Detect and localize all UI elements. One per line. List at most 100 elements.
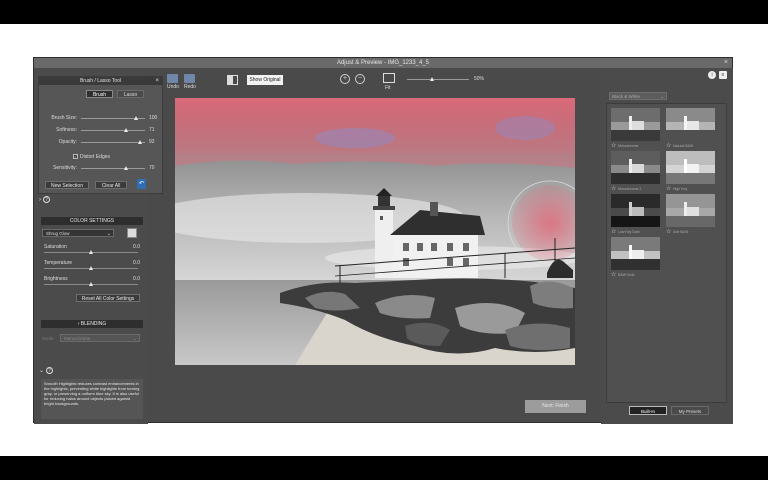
help-icon[interactable]: ? [43, 196, 50, 203]
preset-preview-image [611, 194, 660, 227]
opacity-value: 92 [149, 139, 155, 145]
collapse-chevron-icon[interactable]: ⌄ [39, 368, 44, 374]
zoom-out-icon[interactable]: − [355, 74, 365, 84]
softness-slider[interactable]: Softness: 71 [47, 127, 159, 135]
preset-name: Low Key Dark [618, 230, 640, 234]
favorite-star-icon[interactable]: ☆ [611, 142, 616, 149]
brush-panel-title: Brush / Lasso Tool [79, 78, 122, 84]
fit-label: Fit [385, 85, 391, 91]
next-finish-button[interactable]: Next: Finish [525, 400, 586, 413]
chevron-down-icon: ⌄ [106, 231, 111, 237]
sensitivity-thumb[interactable] [123, 166, 128, 170]
lighthouse-photo [175, 98, 575, 365]
sensitivity-value: 70 [149, 165, 155, 171]
undo-icon [167, 74, 179, 83]
favorite-star-icon[interactable]: ☆ [611, 185, 616, 192]
blend-mode-dropdown[interactable]: Monochrome ⌄ [60, 334, 140, 342]
temperature-track[interactable] [44, 266, 138, 270]
preset-thumbnail[interactable]: ☆ B&W Vivid [611, 237, 660, 278]
window-close-icon[interactable]: × [724, 58, 728, 68]
eyedropper-icon[interactable] [127, 228, 137, 238]
tab-built-in[interactable]: Built-In [629, 406, 667, 415]
preset-preview-image [666, 151, 715, 184]
blending-title: BLENDING [80, 321, 107, 327]
brightness-thumb[interactable] [89, 282, 93, 286]
favorite-star-icon[interactable]: ☆ [666, 142, 671, 149]
show-original-button[interactable]: Show Original [247, 75, 283, 85]
opacity-label: Opacity: [58, 139, 77, 145]
preset-thumbnail[interactable]: ☆ Monochrome [611, 108, 660, 149]
color-preset-dropdown[interactable]: Shrug Glow ⌄ [42, 229, 114, 237]
opacity-track[interactable] [81, 140, 145, 144]
sensitivity-track[interactable] [81, 166, 145, 170]
saturation-slider[interactable]: Saturation 0.0 [42, 244, 140, 256]
preset-thumbnail[interactable]: ☆ High Key [666, 151, 715, 192]
blend-help-row: ⌄? [39, 367, 54, 374]
softness-track[interactable] [81, 128, 145, 132]
opacity-thumb[interactable] [137, 140, 142, 144]
undo-button[interactable]: Undo [167, 74, 179, 90]
menu-icon[interactable]: ≡ [719, 71, 727, 79]
color-preset-value: Shrug Glow [46, 231, 70, 236]
brightness-label: Brightness [44, 276, 68, 282]
saturation-thumb[interactable] [89, 250, 93, 254]
opacity-slider[interactable]: Opacity: 92 [47, 139, 159, 147]
preset-grid: ☆ Monochrome ☆ Natural B&W ☆ Monochrome … [606, 103, 727, 403]
favorite-star-icon[interactable]: ☆ [666, 228, 671, 235]
saturation-value: 0.0 [133, 244, 140, 250]
preset-name: Monochrome [618, 144, 639, 148]
preset-name: Soft B&W [673, 230, 689, 234]
brush-size-slider[interactable]: Brush Size: 100 [47, 115, 159, 123]
zoom-slider-thumb[interactable] [429, 77, 434, 81]
redo-button[interactable]: Redo [184, 74, 196, 90]
blend-mode-value: Monochrome [64, 336, 91, 341]
favorite-star-icon[interactable]: ☆ [611, 228, 616, 235]
presets-header-icons: i ≡ [708, 71, 727, 79]
reset-color-settings-button[interactable]: Reset All Color Settings [76, 294, 140, 302]
fit-icon[interactable] [383, 73, 395, 83]
brush-size-thumb[interactable] [134, 116, 139, 120]
clear-all-button[interactable]: Clear All [95, 181, 127, 189]
color-settings-header[interactable]: COLOR SETTINGS [41, 217, 143, 225]
preset-name: High Key [673, 187, 688, 191]
brush-size-track[interactable] [81, 116, 145, 120]
favorite-star-icon[interactable]: ☆ [666, 185, 671, 192]
temperature-slider[interactable]: Temperature 0.0 [42, 260, 140, 272]
tab-my-presets[interactable]: My Presets [671, 406, 709, 415]
presets-panel: i ≡ Black & White ⌄ ☆ Monochrome ☆ Natur… [601, 68, 733, 424]
sensitivity-slider[interactable]: Sensitivity: 70 [47, 165, 159, 173]
tab-brush[interactable]: Brush [86, 90, 113, 98]
preset-thumbnail[interactable]: ☆ Low Key Dark [611, 194, 660, 235]
temperature-thumb[interactable] [89, 266, 93, 270]
preview-image[interactable] [175, 98, 575, 365]
blending-header[interactable]: › BLENDING [41, 320, 143, 328]
info-icon[interactable]: i [708, 71, 716, 79]
split-view-icon[interactable] [227, 75, 238, 85]
chevron-down-icon: ⌄ [660, 94, 664, 99]
preset-preview-image [666, 194, 715, 227]
zoom-slider-track[interactable] [407, 77, 469, 81]
preset-thumbnail[interactable]: ☆ Natural B&W [666, 108, 715, 149]
brightness-track[interactable] [44, 282, 138, 286]
zoom-value: 50% [474, 76, 485, 82]
help-icon[interactable]: ? [46, 367, 54, 374]
saturation-track[interactable] [44, 250, 138, 254]
preset-name: Monochrome 2 [618, 187, 642, 191]
preset-thumbnail[interactable]: ☆ Soft B&W [666, 194, 715, 235]
brightness-slider[interactable]: Brightness 0.0 [42, 276, 140, 288]
expand-chevron-icon[interactable]: › [39, 197, 41, 203]
distort-edges-label: Distort Edges [80, 154, 111, 160]
brush-help-row: ›? [39, 196, 50, 203]
checkbox-check-icon[interactable]: ✓ [73, 154, 78, 160]
distort-edges-checkbox[interactable]: ✓ Distort Edges [73, 154, 110, 160]
zoom-in-icon[interactable]: + [340, 74, 350, 84]
tab-lasso[interactable]: Lasso [117, 90, 144, 98]
preset-category-dropdown[interactable]: Black & White ⌄ [609, 92, 667, 100]
undo-brush-icon[interactable]: ↶ [137, 179, 146, 189]
softness-value: 71 [149, 127, 155, 133]
preset-thumbnail[interactable]: ☆ Monochrome 2 [611, 151, 660, 192]
new-selection-button[interactable]: New Selection [45, 181, 89, 189]
temperature-value: 0.0 [133, 260, 140, 266]
favorite-star-icon[interactable]: ☆ [611, 271, 616, 278]
softness-thumb[interactable] [124, 128, 129, 132]
